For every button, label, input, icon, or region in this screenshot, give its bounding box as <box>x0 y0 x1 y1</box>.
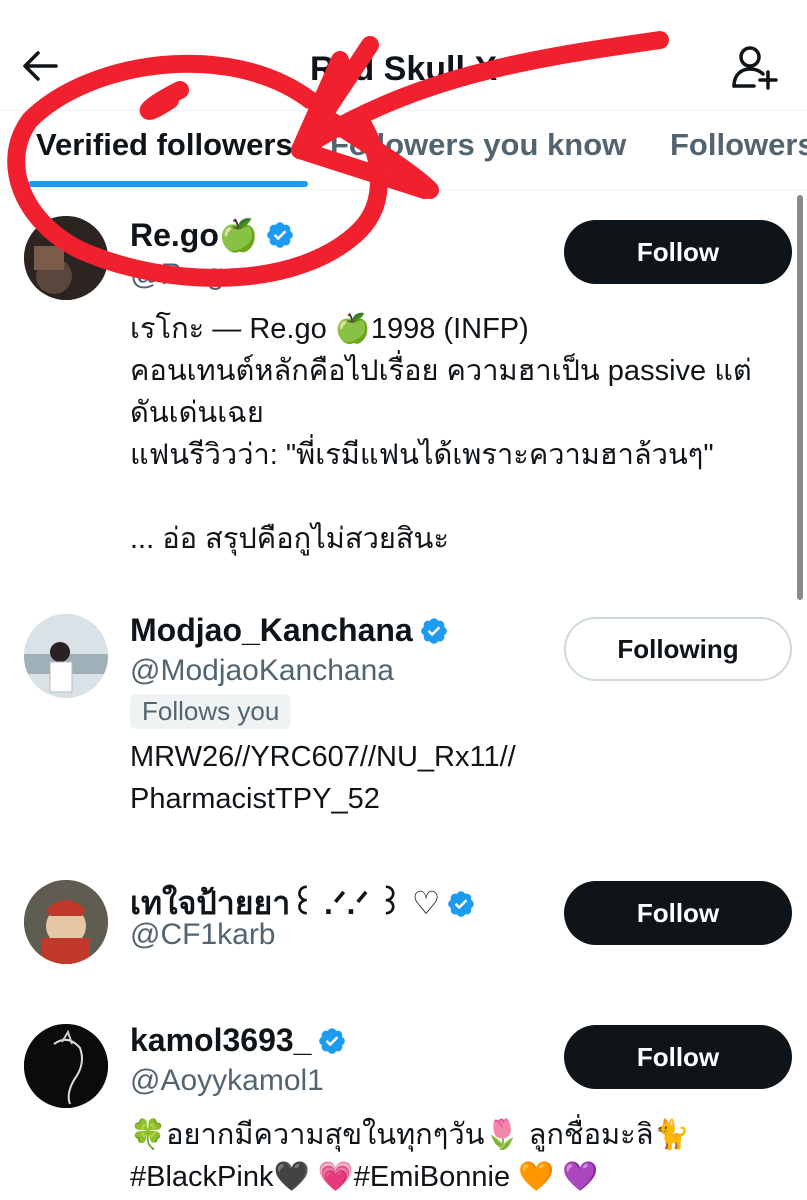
verified-badge-icon <box>266 222 293 248</box>
avatar[interactable] <box>24 216 108 300</box>
avatar[interactable] <box>24 1024 108 1108</box>
user-handle: @Re.go <box>130 258 241 291</box>
user-name: Re.go🍏 <box>130 217 259 253</box>
user-bio: MRW26//YRC607//NU_Rx11// PharmacistTPY_5… <box>130 741 516 815</box>
user-bio: เรโกะ — Re.go 🍏1998 (INFP) คอนเทนต์หลักค… <box>130 313 752 555</box>
tab-followers[interactable]: Followers <box>670 127 807 163</box>
follows-you-badge: Follows you <box>130 694 292 729</box>
verified-badge-icon <box>420 617 447 644</box>
scrollbar[interactable] <box>797 195 803 600</box>
follow-button[interactable]: Follow <box>564 220 792 284</box>
avatar[interactable] <box>24 614 108 698</box>
avatar[interactable] <box>24 880 108 964</box>
page-title: Red Skull X <box>310 50 498 88</box>
follow-button[interactable]: Follow <box>564 1025 792 1089</box>
user-name: kamol3693_ <box>130 1022 312 1058</box>
active-tab-indicator <box>28 181 308 187</box>
user-handle: @Aoyykamol1 <box>130 1064 324 1097</box>
user-name: Modjao_Kanchana <box>130 612 413 648</box>
top-bar: Red Skull X <box>0 0 807 110</box>
tab-followers-you-know[interactable]: Followers you know <box>330 127 626 163</box>
back-arrow-icon[interactable] <box>20 46 60 86</box>
follow-button[interactable]: Follow <box>564 881 792 945</box>
verified-badge-icon <box>319 1027 346 1054</box>
add-user-icon[interactable] <box>730 44 780 90</box>
tab-verified-followers[interactable]: Verified followers <box>36 127 293 163</box>
tab-bar: Verified followers Followers you know Fo… <box>0 110 807 190</box>
verified-badge-icon <box>448 890 475 917</box>
user-bio: 🍀อยากมีความสุขในทุกๆวัน🌷 ลูกชื่อมะลิ🐈 #B… <box>130 1119 690 1193</box>
user-handle: @ModjaoKanchana <box>130 654 394 687</box>
following-button[interactable]: Following <box>564 617 792 681</box>
user-handle: @CF1karb <box>130 918 276 951</box>
